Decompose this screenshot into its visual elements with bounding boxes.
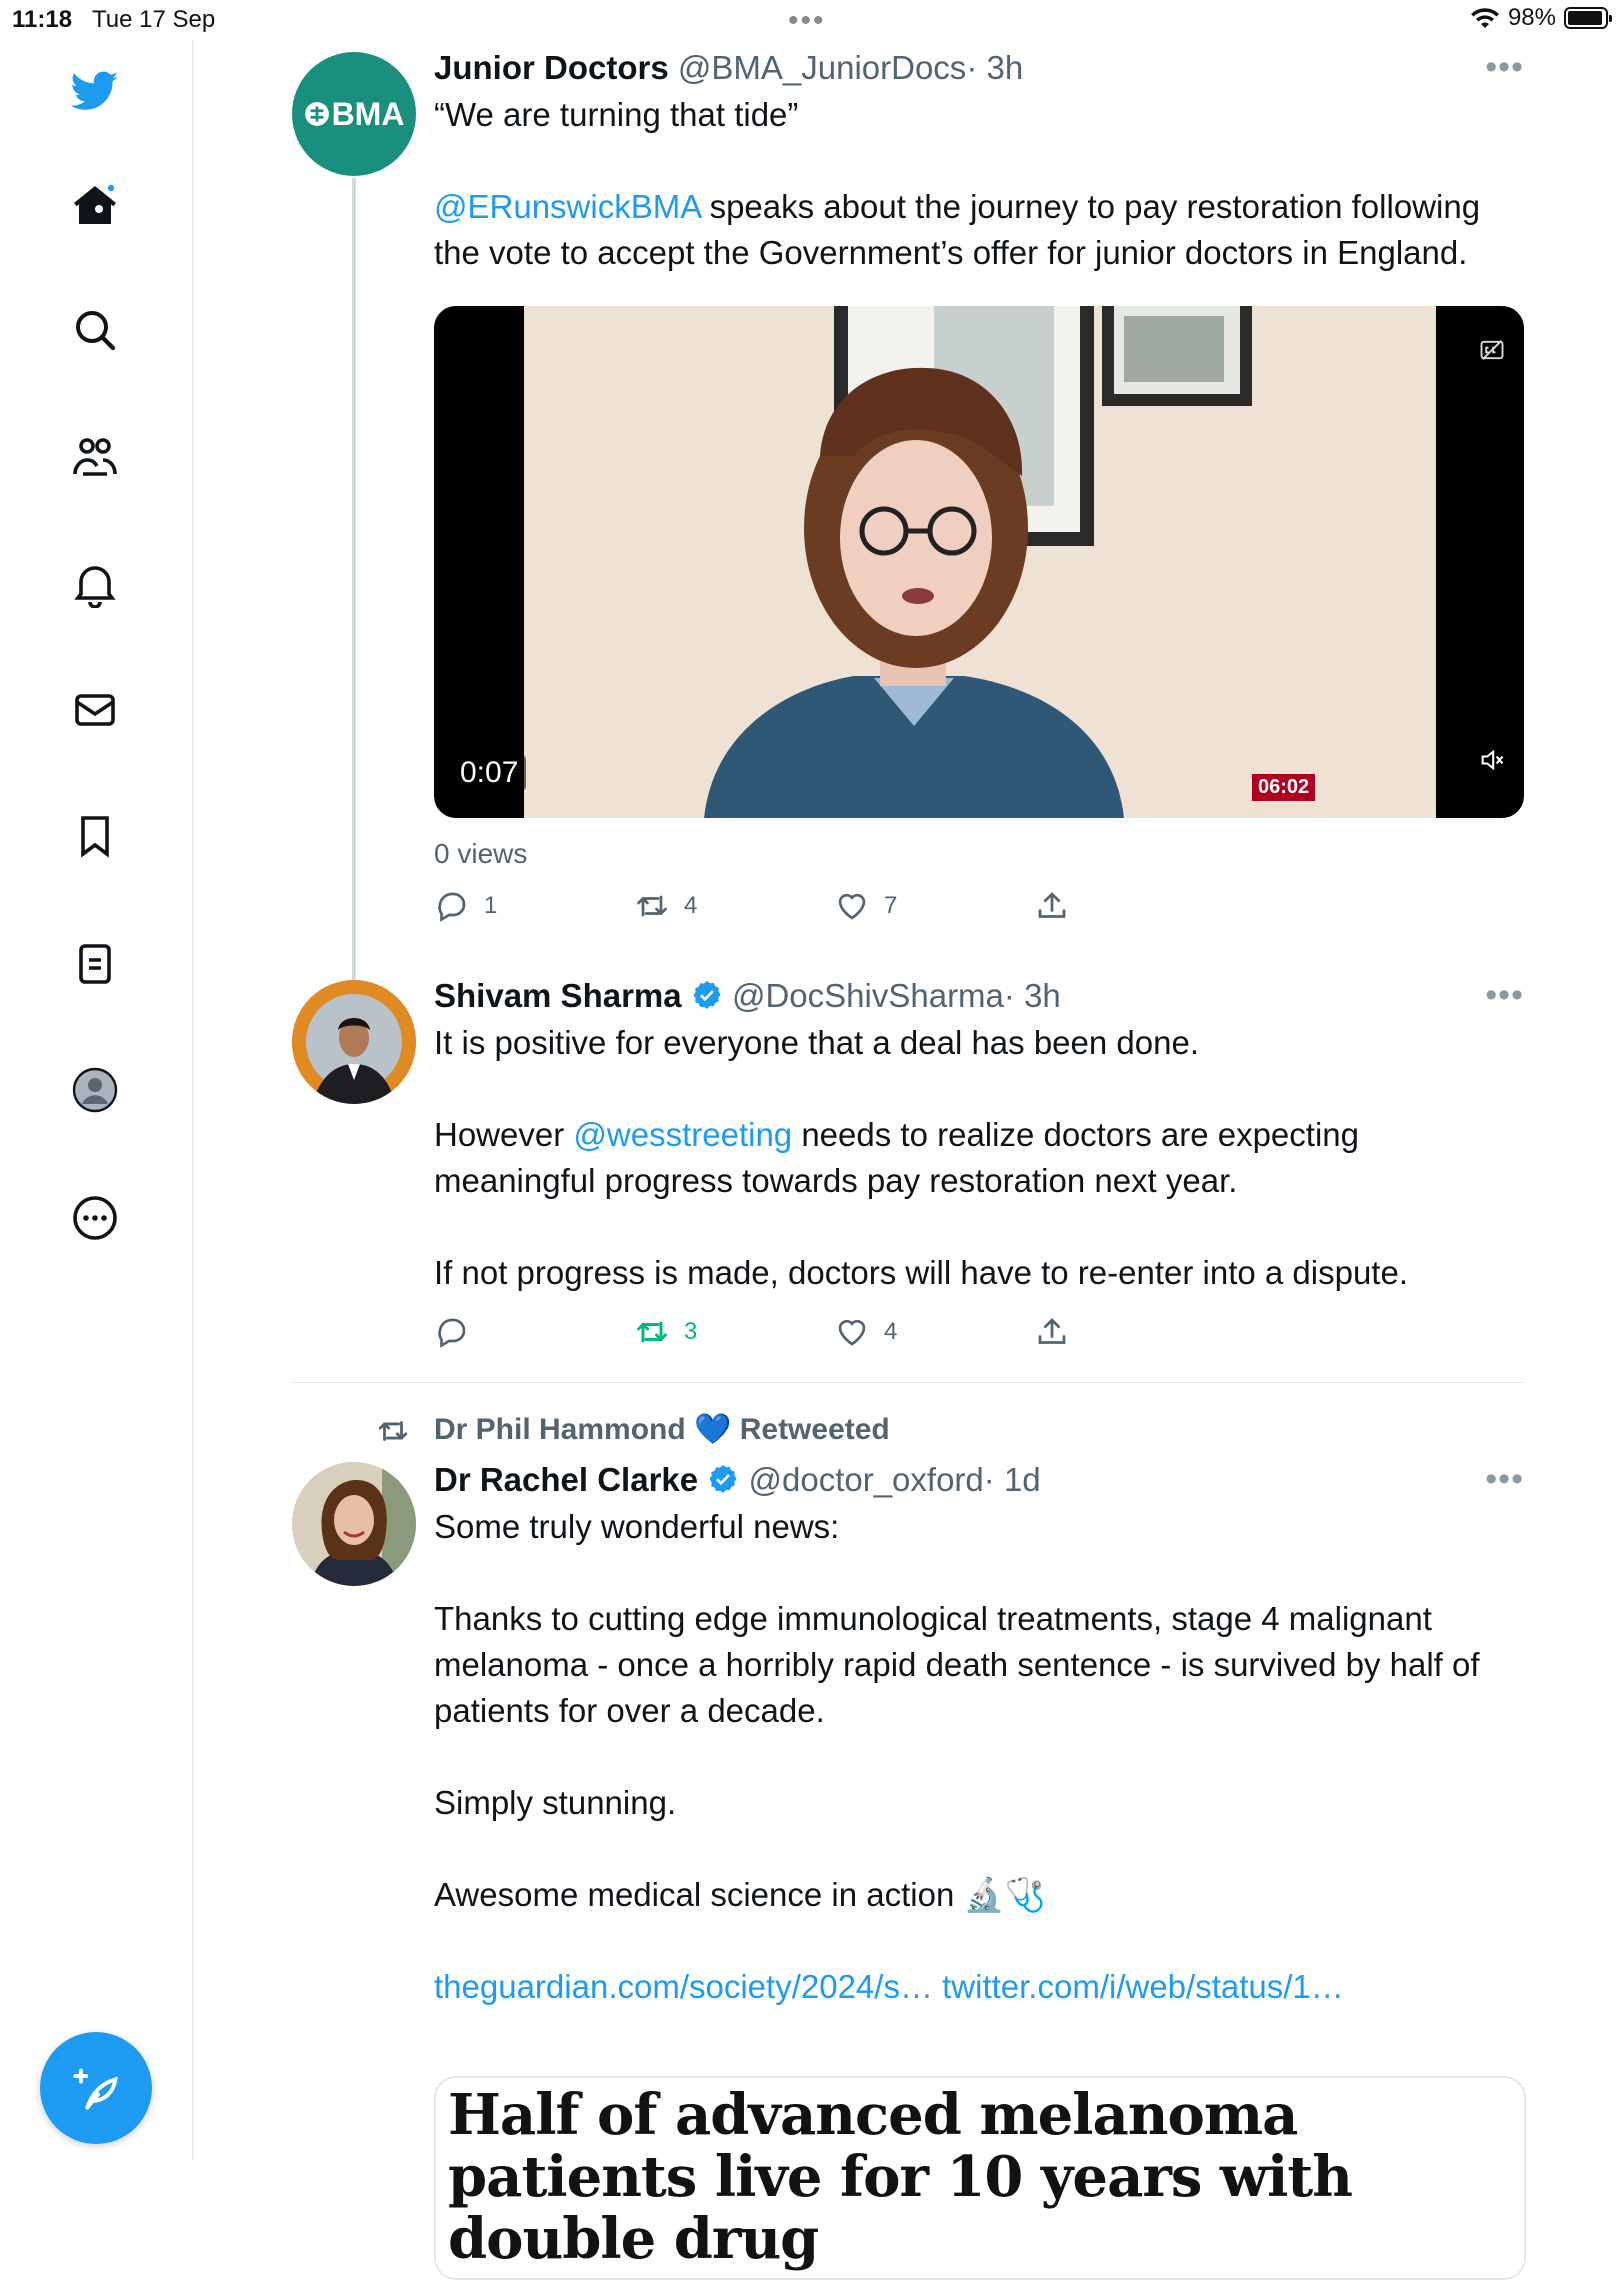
tweet-time[interactable]: · 1d <box>984 1461 1041 1498</box>
captions-icon[interactable] <box>1478 336 1506 364</box>
like-count: 7 <box>884 892 898 919</box>
avatar-rachel-clarke[interactable] <box>292 1462 416 1586</box>
tweet-more-icon[interactable]: ••• <box>1485 1460 1524 1499</box>
avatar-photo <box>292 1462 416 1586</box>
link-preview-card[interactable]: Half of advanced melanoma patients live … <box>434 2076 1526 2280</box>
mute-icon[interactable] <box>1478 746 1506 774</box>
tweet-para-3: Simply stunning. <box>434 1784 677 1821</box>
profile-avatar-icon[interactable] <box>67 1062 123 1118</box>
retweeted-by: Dr Phil Hammond 💙 Retweeted <box>434 1413 890 1446</box>
video-player[interactable]: 0:07 06:02 <box>434 306 1524 818</box>
more-options-icon[interactable] <box>67 1190 123 1246</box>
messages-envelope-icon[interactable] <box>67 682 123 738</box>
compose-feather-icon <box>73 2068 118 2110</box>
video-still-image <box>524 306 1436 818</box>
tweet-actions: 1 4 7 <box>434 888 1134 928</box>
sidebar <box>0 40 193 2160</box>
author-name[interactable]: Shivam Sharma <box>434 977 682 1014</box>
heart-icon <box>838 893 866 920</box>
communities-icon[interactable] <box>67 430 123 486</box>
tweet-more-icon[interactable]: ••• <box>1485 48 1524 87</box>
heart-icon <box>838 1319 866 1346</box>
share-icon <box>1038 892 1066 918</box>
tweet-para-2-pre: However <box>434 1116 574 1153</box>
tweet-para-1: It is positive for everyone that a deal … <box>434 1024 1199 1061</box>
retweet-count: 3 <box>684 1318 698 1345</box>
twitter-logo-icon[interactable] <box>67 62 123 118</box>
video-views: 0 views <box>434 838 528 869</box>
tweet-links[interactable]: theguardian.com/society/2024/s… twitter.… <box>434 1964 1524 2010</box>
avatar-shivam-sharma[interactable] <box>292 980 416 1104</box>
author-name[interactable]: Junior Doctors <box>434 49 669 86</box>
tweet-divider <box>292 1382 1524 1383</box>
status-right: 98% <box>1470 4 1612 32</box>
thread-line <box>352 178 356 1018</box>
share-button[interactable] <box>1034 1314 1070 1350</box>
author-handle[interactable]: @DocShivSharma <box>732 977 1004 1014</box>
retweet-context[interactable]: Dr Phil Hammond 💙 Retweeted <box>378 1410 1524 1450</box>
tweet-time[interactable]: · 3h <box>966 49 1023 86</box>
retweet-icon <box>637 895 667 917</box>
video-frame <box>524 306 1436 818</box>
retweet-count: 4 <box>684 892 698 919</box>
battery-icon <box>1564 7 1612 29</box>
video-overlay-badge: 06:02 <box>1252 774 1316 801</box>
avatar-bma[interactable]: BMA <box>292 52 416 176</box>
verified-badge-icon <box>693 981 721 1009</box>
author-handle[interactable]: @doctor_oxford <box>748 1461 983 1498</box>
tweet-text-line1: “We are turning that tide” <box>434 96 799 133</box>
tweet-para-1: Some truly wonderful news: <box>434 1508 840 1545</box>
notifications-bell-icon[interactable] <box>67 556 123 612</box>
retweet-context-icon <box>378 1421 408 1441</box>
tweet-para-2: Thanks to cutting edge immunological tre… <box>434 1600 1480 1729</box>
lists-icon[interactable] <box>67 936 123 992</box>
retweet-button[interactable]: 4 <box>634 888 697 924</box>
tweet-para-4: Awesome medical science in action 🔬🩺 <box>434 1876 1046 1913</box>
like-button[interactable]: 7 <box>834 888 897 924</box>
like-count: 4 <box>884 1318 898 1345</box>
tweet-text-body: @ERunswickBMA speaks about the journey t… <box>434 184 1524 276</box>
retweet-icon <box>637 1321 667 1343</box>
share-icon <box>1038 1318 1066 1344</box>
mention-link[interactable]: @wesstreeting <box>573 1116 792 1153</box>
multitask-dots-icon[interactable]: ••• <box>788 4 826 38</box>
bookmarks-icon[interactable] <box>67 808 123 864</box>
status-date: Tue 17 Sep <box>92 6 216 33</box>
status-bar: 11:18 Tue 17 Sep ••• 98% <box>0 0 1620 40</box>
tweet-time[interactable]: · 3h <box>1004 977 1061 1014</box>
wifi-icon <box>1470 8 1499 28</box>
video-timestamp: 0:07 <box>452 754 527 792</box>
reply-icon <box>438 892 466 922</box>
author-handle[interactable]: @BMA_JuniorDocs <box>678 49 966 86</box>
avatar-text: BMA <box>331 95 405 132</box>
like-button[interactable]: 4 <box>834 1314 897 1350</box>
reply-icon <box>438 1318 466 1348</box>
bma-logo-icon <box>304 102 329 126</box>
home-icon[interactable] <box>67 178 123 234</box>
avatar-photo <box>292 980 416 1104</box>
retweet-button[interactable]: 3 <box>634 1314 697 1350</box>
reply-button[interactable]: 1 <box>434 888 497 924</box>
tweet-para-2: However @wesstreeting needs to realize d… <box>434 1112 1524 1204</box>
mention-link[interactable]: @ERunswickBMA <box>434 188 700 225</box>
compose-tweet-button[interactable] <box>40 2032 152 2144</box>
battery-percent: 98% <box>1507 4 1556 31</box>
share-button[interactable] <box>1034 888 1070 924</box>
search-icon[interactable] <box>67 302 123 358</box>
status-time: 11:18 <box>12 6 73 33</box>
verified-badge-icon <box>709 1465 737 1493</box>
reply-button[interactable] <box>434 1314 484 1350</box>
tweet-more-icon[interactable]: ••• <box>1485 976 1524 1015</box>
tweet-actions: 3 4 <box>434 1314 1134 1354</box>
reply-count: 1 <box>484 892 498 919</box>
link-card-headline: Half of advanced melanoma patients live … <box>448 2082 1353 2272</box>
author-name[interactable]: Dr Rachel Clarke <box>434 1461 698 1498</box>
tweet-para-3: If not progress is made, doctors will ha… <box>434 1254 1408 1291</box>
